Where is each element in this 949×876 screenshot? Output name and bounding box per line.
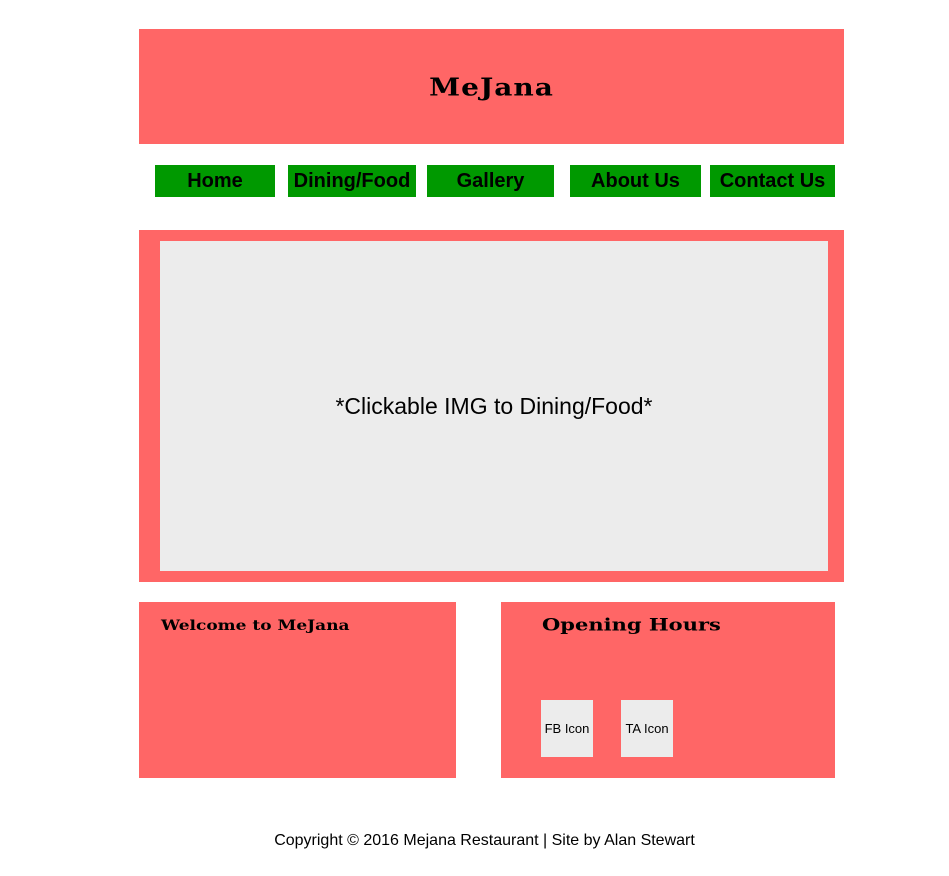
facebook-icon-label: FB Icon [544, 721, 590, 736]
welcome-heading: Welcome to MeJana [161, 618, 350, 634]
nav-dining-food[interactable]: Dining/Food [288, 165, 416, 197]
tripadvisor-icon-label: TA Icon [625, 721, 669, 736]
hero-image-link[interactable]: *Clickable IMG to Dining/Food* [160, 241, 828, 571]
hero-banner: *Clickable IMG to Dining/Food* [139, 230, 844, 582]
nav-home[interactable]: Home [155, 165, 275, 197]
tripadvisor-icon[interactable]: TA Icon [621, 700, 673, 757]
opening-hours-heading: Opening Hours [542, 614, 721, 635]
site-title: MeJana [429, 73, 554, 102]
welcome-panel: Welcome to MeJana [139, 602, 456, 778]
hero-placeholder-text: *Clickable IMG to Dining/Food* [335, 392, 653, 419]
copyright-text: Copyright © 2016 Mejana Restaurant | Sit… [274, 832, 695, 849]
nav-gallery[interactable]: Gallery [427, 165, 554, 197]
footer: Copyright © 2016 Mejana Restaurant | Sit… [10, 832, 949, 850]
nav-about-us[interactable]: About Us [570, 165, 701, 197]
nav-contact-us[interactable]: Contact Us [710, 165, 835, 197]
site-header: MeJana [139, 29, 844, 144]
facebook-icon[interactable]: FB Icon [541, 700, 593, 757]
opening-hours-panel: Opening Hours FB Icon TA Icon [501, 602, 835, 778]
